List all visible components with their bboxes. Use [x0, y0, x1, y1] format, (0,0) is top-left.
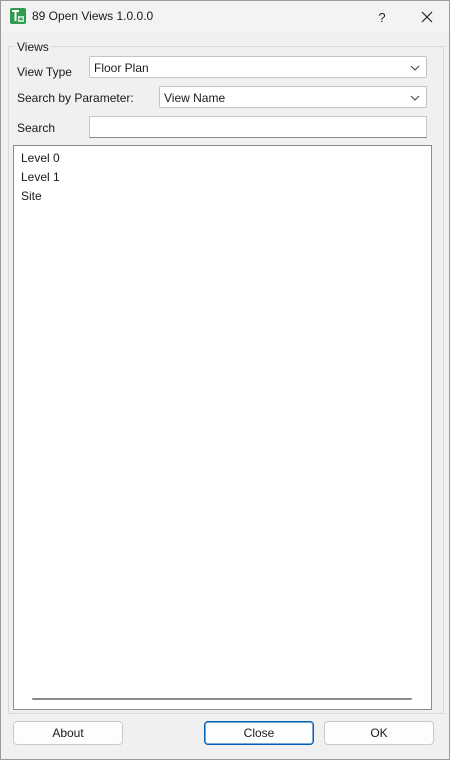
search-parameter-label: Search by Parameter:: [17, 91, 134, 105]
close-icon: [421, 11, 433, 23]
help-button[interactable]: ?: [365, 1, 399, 33]
dialog-window: 89 Open Views 1.0.0.0 ? Views View Type …: [0, 0, 450, 760]
app-logo-icon: [10, 8, 26, 24]
views-group-title: Views: [17, 40, 49, 54]
list-item[interactable]: Site: [21, 189, 42, 203]
chevron-down-icon: [410, 65, 420, 71]
ok-button[interactable]: OK: [324, 721, 434, 745]
horizontal-scrollbar[interactable]: [32, 698, 412, 700]
window-title: 89 Open Views 1.0.0.0: [32, 9, 154, 23]
close-button[interactable]: Close: [204, 721, 314, 745]
search-parameter-dropdown[interactable]: View Name: [159, 86, 427, 108]
title-bar[interactable]: 89 Open Views 1.0.0.0 ?: [1, 1, 449, 33]
view-type-dropdown[interactable]: Floor Plan: [89, 56, 427, 78]
search-input[interactable]: [89, 116, 427, 138]
window-close-button[interactable]: [405, 1, 449, 33]
view-type-label: View Type: [17, 65, 72, 79]
view-type-value: Floor Plan: [94, 61, 149, 75]
about-button[interactable]: About: [13, 721, 123, 745]
views-listbox[interactable]: Level 0 Level 1 Site: [13, 145, 432, 710]
chevron-down-icon: [410, 95, 420, 101]
search-label: Search: [17, 121, 56, 135]
list-item[interactable]: Level 0: [21, 151, 60, 165]
search-parameter-value: View Name: [164, 91, 226, 105]
list-item[interactable]: Level 1: [21, 170, 60, 184]
